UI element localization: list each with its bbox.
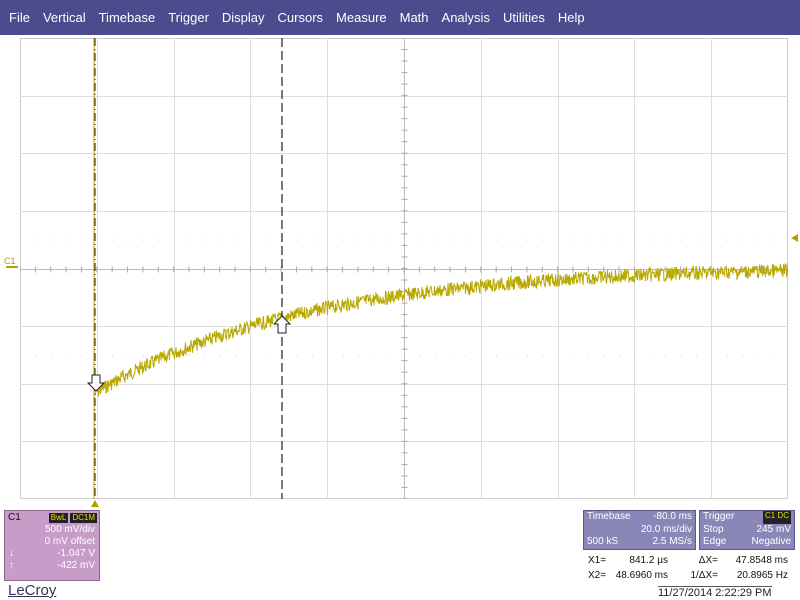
delta-x-value: 47.8548 ms (735, 555, 788, 566)
trigger-label: Trigger (703, 511, 735, 522)
trigger-type: Edge (703, 536, 727, 547)
date-time: 11/27/2014 2:22:29 PM (658, 586, 772, 599)
graticule (20, 38, 788, 499)
cursor1-down-arrow-icon: ↓ (9, 548, 14, 559)
menu-file[interactable]: File (0, 0, 36, 35)
menu-vertical[interactable]: Vertical (36, 0, 92, 35)
scope-display[interactable] (20, 38, 788, 499)
menu-utilities[interactable]: Utilities (496, 0, 551, 35)
menu-trigger[interactable]: Trigger (162, 0, 216, 35)
trigger-position-marker[interactable] (91, 500, 99, 507)
volts-per-div-row: 500 mV/div (5, 524, 99, 536)
x2-label: X2= (588, 570, 607, 581)
cursor2-up-arrow-icon: ↑ (9, 560, 14, 571)
trigger-mode: Stop (703, 523, 724, 535)
channel-offset: 0 mV offset (44, 536, 95, 547)
cursor-readout-row-2: X2= 48.6960 ms 1/ΔX= 20.8965 Hz (588, 568, 794, 583)
trigger-level: 245 mV (756, 523, 791, 535)
menu-timebase[interactable]: Timebase (92, 0, 162, 35)
timebase-descriptor[interactable]: Timebase -80.0 ms 20.0 ms/div 500 kS 2.5… (583, 510, 696, 550)
channel-1-trace (94, 263, 788, 397)
offset-row: 0 mV offset (5, 536, 99, 548)
trigger-mode-row: Stop 245 mV (700, 524, 794, 537)
x2-value: 48.6960 ms (615, 570, 668, 581)
trigger-source-badge: C1 DC (762, 511, 791, 524)
sample-count: 500 kS (587, 536, 619, 547)
trigger-header-row: Trigger C1 DC (700, 511, 794, 524)
channel-descriptor[interactable]: C1 BwL DC1M 500 mV/div 0 mV offset ↓ -1.… (4, 510, 100, 581)
menu-analysis[interactable]: Analysis (435, 0, 496, 35)
channel-name: C1 (8, 512, 21, 523)
timebase-label: Timebase (587, 511, 631, 522)
cursor1-voltage-row: ↓ -1.047 V (5, 548, 99, 560)
cursor2-voltage-row: ↑ -422 mV (5, 560, 99, 572)
sample-rate: 2.5 MS/s (652, 536, 692, 547)
coupling-badge: DC1M (70, 512, 97, 523)
cursor1-voltage: -1.047 V (57, 548, 95, 559)
cursor-readout-row-1: X1= 841.2 µs ΔX= 47.8548 ms (588, 553, 794, 568)
menu-math[interactable]: Math (393, 0, 435, 35)
channel-ground-label: C1 (4, 256, 16, 266)
time-per-div: 20.0 ms/div (640, 523, 692, 535)
volts-per-div: 500 mV/div (44, 524, 95, 535)
trigger-level-marker[interactable] (791, 234, 798, 242)
trigger-type-row: Edge Negative (700, 536, 794, 549)
inverse-delta-x-label: 1/ΔX= (690, 570, 718, 581)
time-div-row: 20.0 ms/div (584, 524, 695, 537)
trigger-descriptor[interactable]: Trigger C1 DC Stop 245 mV Edge Negative (699, 510, 795, 550)
sample-row: 500 kS 2.5 MS/s (584, 536, 695, 549)
menu-bar: File Vertical Timebase Trigger Display C… (0, 0, 800, 35)
trigger-slope: Negative (751, 536, 791, 547)
timebase-delay: -80.0 ms (653, 511, 692, 522)
waveform-grid (20, 38, 788, 499)
bandwidth-limit-badge: BwL (48, 512, 69, 523)
menu-cursors[interactable]: Cursors (271, 0, 330, 35)
cursor2-voltage: -422 mV (57, 560, 95, 571)
inverse-delta-x-value: 20.8965 Hz (736, 570, 788, 581)
channel-ground-marker[interactable] (6, 266, 18, 268)
x1-value: 841.2 µs (629, 555, 668, 566)
timebase-header-row: Timebase -80.0 ms (584, 511, 695, 524)
channel-descriptor-header: C1 BwL DC1M (5, 511, 99, 524)
cursor-readout: X1= 841.2 µs ΔX= 47.8548 ms X2= 48.6960 … (588, 553, 794, 583)
menu-display[interactable]: Display (215, 0, 271, 35)
brand-logo: LeCroy (8, 582, 57, 599)
menu-help[interactable]: Help (551, 0, 591, 35)
menu-measure[interactable]: Measure (330, 0, 394, 35)
delta-x-label: ΔX= (698, 555, 718, 566)
x1-label: X1= (588, 555, 607, 566)
